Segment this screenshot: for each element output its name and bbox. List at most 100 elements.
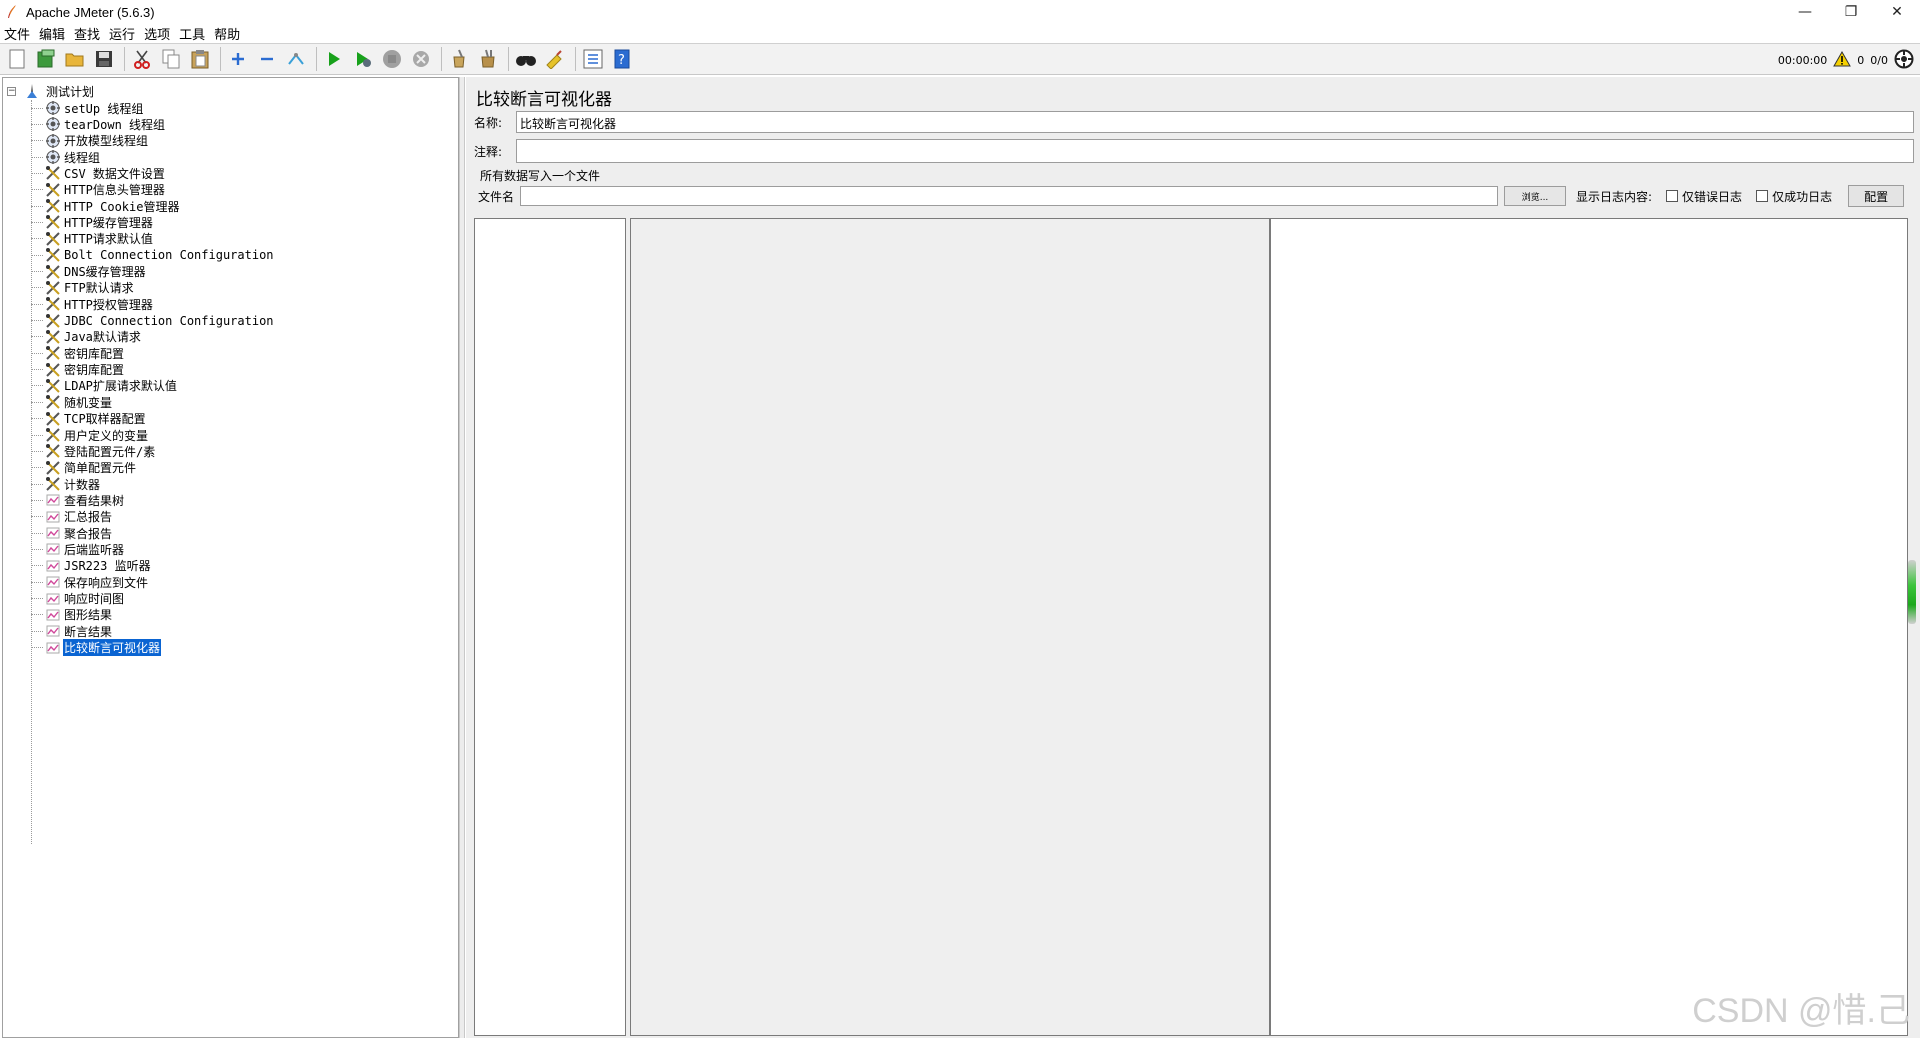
menu-tools[interactable]: 工具 (175, 24, 210, 43)
menu-help[interactable]: 帮助 (210, 24, 245, 43)
new-icon[interactable] (4, 46, 30, 72)
tree-root[interactable]: − 测试计划 (7, 82, 94, 100)
shutdown-icon[interactable] (408, 46, 434, 72)
tree-item[interactable]: DNS缓存管理器 (31, 263, 147, 281)
tree-item[interactable]: HTTP信息头管理器 (31, 181, 166, 199)
start-icon[interactable] (321, 46, 347, 72)
tree-item[interactable]: 开放模型线程组 (31, 132, 149, 150)
menu-file[interactable]: 文件 (0, 24, 35, 43)
menu-search[interactable]: 查找 (70, 24, 105, 43)
toggle-icon[interactable] (283, 46, 309, 72)
paste-icon[interactable] (187, 46, 213, 72)
tree-item-label: setUp 线程组 (64, 101, 144, 116)
clear-all-icon[interactable] (475, 46, 501, 72)
menu-run[interactable]: 运行 (105, 24, 140, 43)
success-only-checkbox[interactable] (1756, 190, 1769, 202)
menu-options[interactable]: 选项 (140, 24, 175, 43)
tree-item[interactable]: 图形结果 (31, 606, 113, 624)
function-helper-icon[interactable] (580, 46, 606, 72)
tree-item[interactable]: tearDown 线程组 (31, 115, 166, 133)
stop-icon[interactable] (379, 46, 405, 72)
tree-item[interactable]: 响应时间图 (31, 590, 125, 608)
split-pane-divider[interactable] (459, 77, 465, 1038)
tree-item[interactable]: 简单配置元件 (31, 459, 137, 477)
tree-item-label: FTP默认请求 (64, 281, 134, 296)
reset-search-icon[interactable] (542, 46, 568, 72)
minimize-button[interactable]: — (1782, 0, 1828, 24)
warning-icon[interactable] (1833, 50, 1852, 70)
tree-item[interactable]: FTP默认请求 (31, 279, 135, 297)
tree-branch-line (31, 598, 43, 599)
tree-item[interactable]: HTTP Cookie管理器 (31, 197, 180, 215)
expand-icon[interactable] (225, 46, 251, 72)
tree-item[interactable]: JSR223 监听器 (31, 557, 152, 575)
expected-result-pane[interactable] (630, 218, 1270, 1036)
samples-list-pane[interactable] (474, 218, 626, 1036)
side-scroll-indicator[interactable] (1908, 560, 1916, 624)
tree-item[interactable]: setUp 线程组 (31, 99, 144, 117)
configure-button[interactable]: 配置 (1848, 185, 1905, 207)
tree-item[interactable]: Java默认请求 (31, 328, 142, 346)
tree-item[interactable]: HTTP请求默认值 (31, 230, 154, 248)
tree-item[interactable]: JDBC Connection Configuration (31, 312, 275, 330)
tree-item[interactable]: 计数器 (31, 475, 101, 493)
save-icon[interactable] (91, 46, 117, 72)
tree-item[interactable]: 汇总报告 (31, 508, 113, 526)
copy-icon[interactable] (158, 46, 184, 72)
open-icon[interactable] (62, 46, 88, 72)
restore-button[interactable]: ❐ (1828, 0, 1874, 24)
close-button[interactable]: ✕ (1874, 0, 1920, 24)
collapse-icon[interactable] (254, 46, 280, 72)
tree-item[interactable]: 登陆配置元件/素 (31, 442, 156, 460)
name-field[interactable]: 比较断言可视化器 (516, 111, 1914, 133)
clear-icon[interactable] (446, 46, 472, 72)
tree-item[interactable]: 后端监听器 (31, 540, 125, 558)
help-icon[interactable]: ? (609, 46, 635, 72)
tree-item[interactable]: 随机变量 (31, 393, 113, 411)
filename-field[interactable] (520, 186, 1498, 206)
tree-branch-line (31, 548, 43, 550)
tree-item[interactable]: Bolt Connection Configuration (31, 246, 275, 264)
tree-item[interactable]: 保存响应到文件 (31, 573, 149, 591)
comment-row: 注释: (474, 139, 1914, 163)
comment-field[interactable] (516, 139, 1914, 163)
tree-item[interactable]: 查看结果树 (31, 491, 125, 509)
tree-item[interactable]: 用户定义的变量 (31, 426, 149, 444)
tree-branch-line (31, 467, 43, 469)
tree-item[interactable]: 线程组 (31, 148, 101, 166)
tree-item[interactable]: HTTP授权管理器 (31, 295, 154, 313)
cut-icon[interactable] (129, 46, 155, 72)
tree-item[interactable]: HTTP缓存管理器 (31, 213, 154, 231)
errors-only-option[interactable]: 仅错误日志 (1666, 188, 1742, 205)
tree-item[interactable]: 密钥库配置 (31, 361, 125, 379)
search-icon[interactable] (513, 46, 539, 72)
config-element-icon (45, 198, 61, 214)
tree-item[interactable]: LDAP扩展请求默认值 (31, 377, 178, 395)
title-bar: Apache JMeter (5.6.3) — ❐ ✕ (0, 0, 1920, 24)
tree-branch-line (31, 565, 43, 567)
tree-item-label: 计数器 (64, 477, 101, 492)
tree-item[interactable]: TCP取样器配置 (31, 410, 147, 428)
tree-branch-line (31, 434, 43, 436)
tree-item[interactable]: 密钥库配置 (31, 344, 125, 362)
collapse-toggle-icon[interactable]: − (7, 86, 16, 96)
templates-icon[interactable] (33, 46, 59, 72)
actual-result-pane[interactable] (1270, 218, 1908, 1036)
success-only-option[interactable]: 仅成功日志 (1756, 188, 1832, 205)
tree-item[interactable]: CSV 数据文件设置 (31, 164, 166, 182)
tree-item-label: JDBC Connection Configuration (64, 313, 274, 328)
menu-edit[interactable]: 编辑 (35, 24, 70, 43)
tree-item[interactable]: 断言结果 (31, 622, 113, 640)
tree-item-label: 用户定义的变量 (64, 428, 149, 443)
test-plan-tree[interactable]: − 测试计划 setUp 线程组 tearDown 线程组 开放模型线程组 线程组 CS… (2, 77, 459, 1038)
config-element-icon (45, 214, 61, 230)
tree-item[interactable]: 比较断言可视化器 (31, 639, 162, 657)
tree-item[interactable]: 聚合报告 (31, 524, 113, 542)
errors-only-checkbox[interactable] (1666, 190, 1679, 202)
browse-button[interactable]: 浏览... (1504, 186, 1566, 206)
tree-branch-line (31, 271, 43, 272)
name-row: 名称: 比较断言可视化器 (474, 111, 1914, 133)
start-no-pause-icon[interactable] (350, 46, 376, 72)
tree-branch-line (31, 614, 43, 616)
listener-icon (45, 492, 61, 508)
